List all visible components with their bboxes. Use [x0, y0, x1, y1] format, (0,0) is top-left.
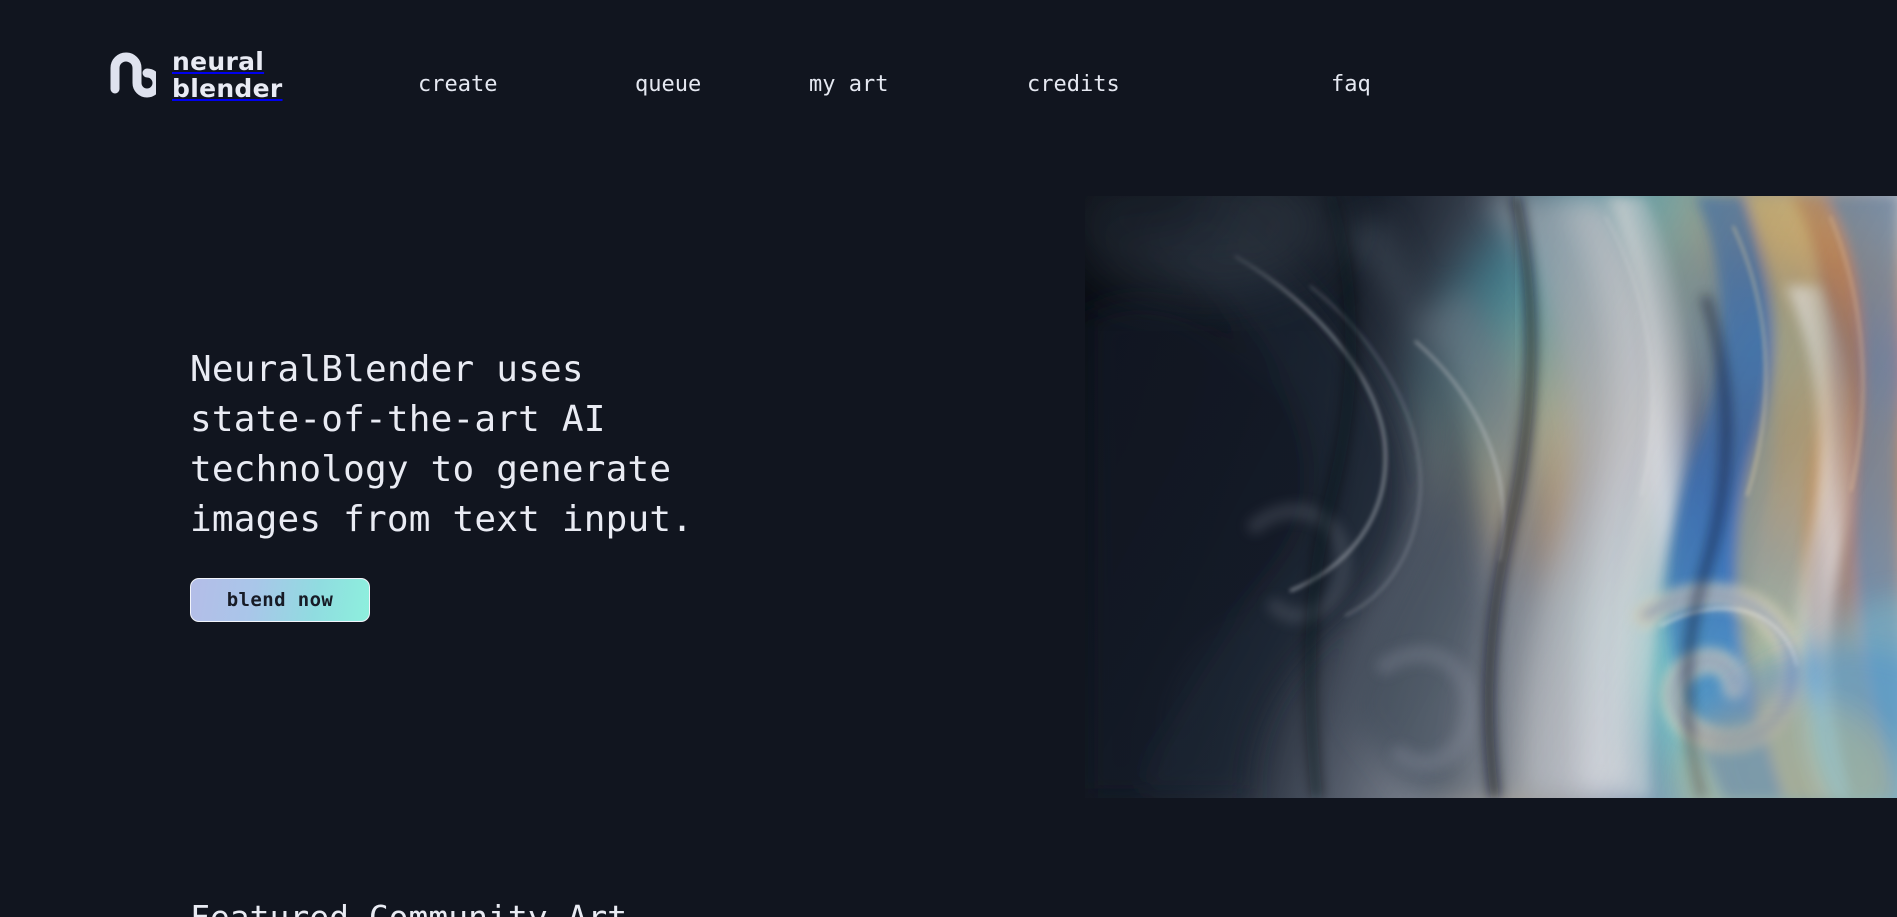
nav-item-create[interactable]: create: [418, 74, 497, 96]
nav-item-my-art[interactable]: my art: [809, 74, 888, 96]
nb-monogram-icon: [110, 52, 156, 98]
nav-item-faq[interactable]: faq: [1331, 74, 1371, 96]
hero-headline: NeuralBlender uses state-of-the-art AI t…: [190, 349, 694, 540]
blend-now-button[interactable]: blend now: [190, 578, 370, 622]
page-root: neural blender create queue my art credi…: [0, 0, 1897, 917]
hero-copy: NeuralBlender uses state-of-the-art AI t…: [190, 345, 810, 622]
nav-item-credits[interactable]: credits: [1027, 74, 1120, 96]
featured-section-title: Featured Community Art: [190, 898, 1090, 917]
brand-logo-link[interactable]: neural blender: [108, 48, 283, 102]
hero-section: NeuralBlender uses state-of-the-art AI t…: [0, 137, 1897, 917]
iridescent-abstract-image: [1085, 196, 1897, 798]
featured-community-art-section: Featured Community Art: [190, 898, 1090, 917]
nav-item-queue[interactable]: queue: [635, 74, 701, 96]
site-header: neural blender create queue my art credi…: [0, 0, 1897, 137]
hero-artwork: [1085, 196, 1897, 798]
brand-name: neural blender: [172, 47, 283, 103]
